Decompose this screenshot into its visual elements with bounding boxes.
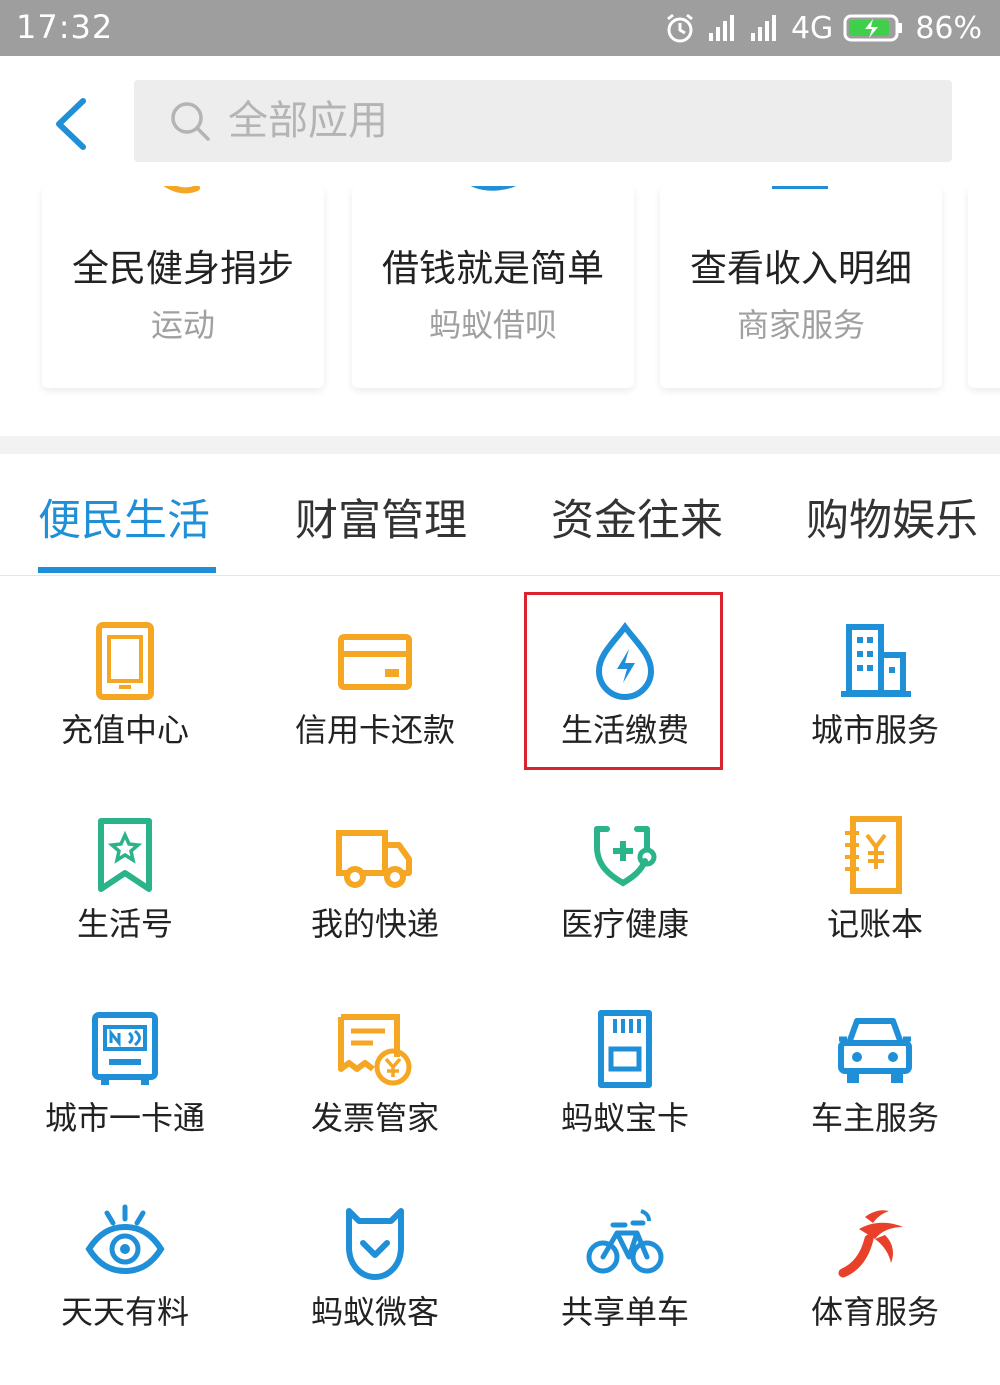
grid-item-city-card[interactable]: 城市一卡通 [0,965,250,1159]
invoice-icon [335,1009,415,1089]
grid-label: 发票管家 [310,1099,439,1137]
grid-item-ledger[interactable]: 记账本 [750,771,1000,965]
search-icon [171,102,210,141]
grid-item-ant-weike[interactable]: 蚂蚁微客 [250,1159,500,1353]
ledger-yen-icon [835,815,915,895]
grid-label: 蚂蚁微客 [310,1293,439,1331]
grid-label: 城市服务 [810,711,939,749]
card-title: 全民健身捐步 [72,247,294,290]
card-merchant[interactable]: 查看收入明细 商家服务 [660,186,942,388]
stethoscope-icon [585,815,665,895]
grid-item-city-service[interactable]: 城市服务 [750,577,1000,771]
truck-icon [335,815,415,895]
grid-item-credit-card[interactable]: 信用卡还款 [250,577,500,771]
grid-item-car-owner[interactable]: 车主服务 [750,965,1000,1159]
status-icons: 4G 86% [663,8,982,48]
grid-item-invoice[interactable]: 发票管家 [250,965,500,1159]
water-bolt-icon [585,621,665,701]
section-divider [0,436,1000,454]
grid-item-ant-card[interactable]: 蚂蚁宝卡 [500,965,750,1159]
bookmark-star-icon [85,815,165,895]
receipt-icon [761,186,841,212]
search-box[interactable] [134,80,952,162]
grid-item-bike-share[interactable]: 共享单车 [500,1159,750,1353]
sim-card-icon [585,1009,665,1089]
shield-check-icon [335,1203,415,1283]
grid-label: 蚂蚁宝卡 [560,1099,689,1137]
credit-card-icon [335,621,415,701]
card-partial[interactable] [968,186,1000,388]
status-bar: 17:32 4G 86% [0,0,1000,56]
grid-item-utility-bill[interactable]: 生活缴费 [500,577,750,771]
grid-item-sports[interactable]: 体育服务 [750,1159,1000,1353]
tab-shopping[interactable]: 购物娱乐 [806,486,978,548]
search-input[interactable] [228,91,828,151]
grid-label: 我的快递 [310,905,439,943]
category-tabs: 便民生活 财富管理 资金往来 购物娱乐 [0,454,1000,576]
sport-logo-icon [835,1203,915,1283]
grid-label: 生活缴费 [560,711,689,749]
bicycle-icon [585,1203,665,1283]
card-subtitle: 蚂蚁借呗 [428,306,557,344]
recommend-cards: 全民健身捐步 运动 借钱就是简单 蚂蚁借呗 查看收入明细 商家服务 [0,186,1000,436]
grid-label: 信用卡还款 [294,711,455,749]
grid-item-express[interactable]: 我的快递 [250,771,500,965]
grid-label: 天天有料 [60,1293,189,1331]
nfc-card-icon [85,1009,165,1089]
tab-funds[interactable]: 资金往来 [551,486,723,548]
grid-label: 生活号 [76,905,173,943]
money-hand-icon [453,186,533,212]
signal-icon-2 [749,13,781,43]
service-grid: 充值中心 信用卡还款 生活缴费 城市服务 生活号 我的快递 医疗健康 记账本 城… [0,577,1000,1385]
eye-icon [85,1203,165,1283]
network-type: 4G [790,10,834,46]
card-jiebei[interactable]: 借钱就是简单 蚂蚁借呗 [352,186,634,388]
grid-label: 充值中心 [60,711,189,749]
card-subtitle: 商家服务 [736,306,865,344]
grid-label: 共享单车 [560,1293,689,1331]
signal-icon [707,13,739,43]
alarm-icon [663,11,697,45]
grid-item-medical[interactable]: 医疗健康 [500,771,750,965]
card-title: 借钱就是简单 [382,247,604,290]
chevron-left-icon [56,98,86,150]
running-icon [143,186,223,212]
back-button[interactable] [36,84,106,164]
building-icon [835,621,915,701]
grid-label: 医疗健康 [560,905,689,943]
grid-label: 车主服务 [810,1099,939,1137]
grid-item-life-account[interactable]: 生活号 [0,771,250,965]
battery-icon [843,13,905,43]
status-time: 17:32 [16,8,114,46]
car-icon [835,1009,915,1089]
grid-label: 记账本 [826,905,923,943]
battery-level: 86% [915,10,982,46]
phone-icon [85,621,165,701]
tab-indicator [38,567,216,573]
card-subtitle: 运动 [150,306,215,344]
card-step-donation[interactable]: 全民健身捐步 运动 [42,186,324,388]
grid-item-recharge[interactable]: 充值中心 [0,577,250,771]
tab-wealth[interactable]: 财富管理 [295,486,467,548]
grid-item-daily-news[interactable]: 天天有料 [0,1159,250,1353]
card-title: 查看收入明细 [690,247,912,290]
grid-label: 城市一卡通 [44,1099,205,1137]
tab-convenience[interactable]: 便民生活 [38,486,210,548]
header [0,56,1000,186]
grid-label: 体育服务 [810,1293,939,1331]
